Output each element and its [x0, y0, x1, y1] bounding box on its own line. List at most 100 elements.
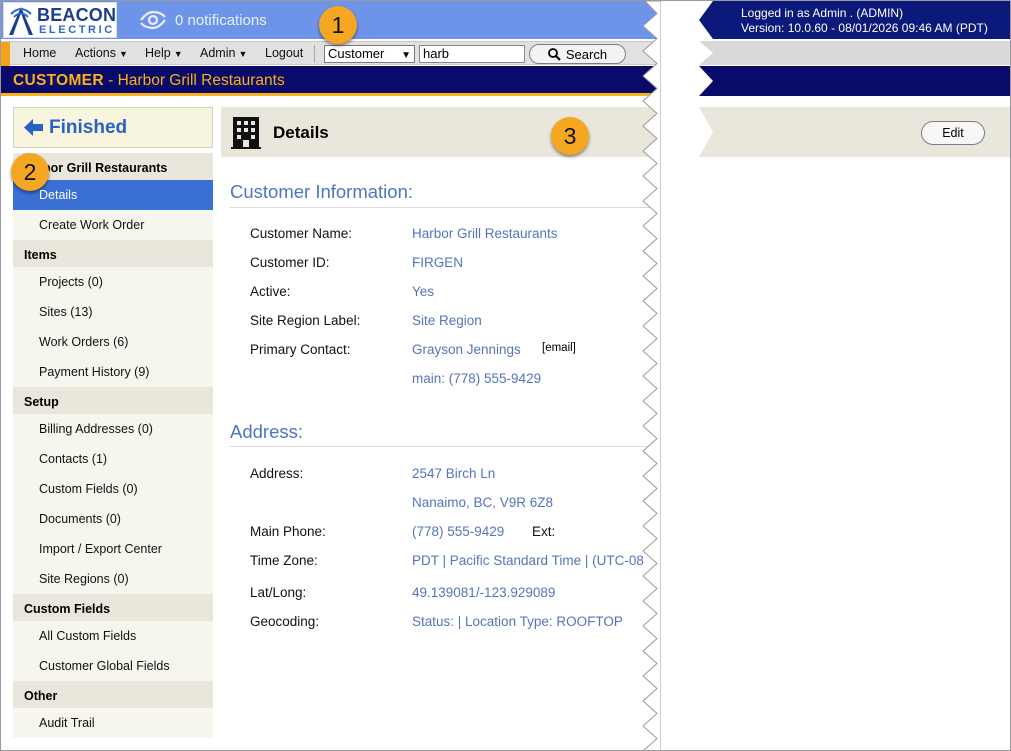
- arrow-left-icon: [24, 119, 43, 136]
- email-link[interactable]: [email]: [542, 342, 576, 354]
- field-value-geocoding: Status: | Location Type: ROOFTOP: [412, 614, 623, 629]
- menu-admin[interactable]: Admin ▼: [200, 46, 247, 60]
- menu-bar: Home Actions ▼ Help ▼ Admin ▼ Logout Custom…: [1, 41, 657, 66]
- callout-badge-1: 1: [319, 6, 357, 44]
- customer-title-prefix: CUSTOMER: [13, 72, 104, 89]
- menu-bar-continuation: [699, 41, 1010, 65]
- menu-logout[interactable]: Logout: [265, 46, 303, 60]
- heading-rule: [230, 446, 657, 447]
- contact-phone-link[interactable]: main: (778) 555-9429: [412, 371, 541, 386]
- finished-button[interactable]: Finished: [13, 107, 213, 148]
- customer-title-name: Harbor Grill Restaurants: [117, 72, 285, 89]
- field-value-site-region: Site Region: [412, 313, 482, 328]
- sidebar-item-create-work-order[interactable]: Create Work Order: [13, 210, 213, 240]
- search-button[interactable]: Search: [529, 44, 626, 64]
- field-value-active: Yes: [412, 284, 435, 299]
- sidebar-section-setup: Setup: [13, 387, 213, 414]
- notifications-link[interactable]: 0 notifications: [139, 7, 267, 33]
- chevron-down-icon: ▼: [173, 49, 183, 59]
- sidebar-section-custom-fields: Custom Fields: [13, 594, 213, 621]
- sidebar-item-custom-fields[interactable]: Custom Fields (0): [13, 474, 213, 504]
- field-label-primary-contact: Primary Contact:: [250, 342, 351, 357]
- chevron-down-icon: ▼: [119, 49, 128, 59]
- field-label-ext: Ext:: [532, 524, 556, 539]
- field-label-site-region: Site Region Label:: [250, 313, 361, 328]
- menu-admin-label: Admin: [200, 46, 236, 60]
- sidebar-item-sites[interactable]: Sites (13): [13, 297, 213, 327]
- menu-actions[interactable]: Actions ▼: [75, 46, 128, 60]
- select-chevron-icon: ▼: [401, 50, 411, 61]
- logged-in-text: Logged in as Admin . (ADMIN): [741, 6, 904, 20]
- customer-title: CUSTOMER - Harbor Grill Restaurants: [13, 72, 285, 90]
- field-value-time-zone: PDT | Pacific Standard Time | (UTC-08: [412, 553, 644, 568]
- details-title: Details: [273, 123, 329, 142]
- finished-label: Finished: [49, 116, 128, 138]
- customer-information-heading: Customer Information:: [230, 181, 414, 202]
- search-type-value: Customer: [328, 46, 385, 61]
- left-panel: BEACON ELECTRIC 0 notifications Home Act…: [1, 1, 657, 750]
- field-label-active: Active:: [250, 284, 291, 299]
- chevron-down-icon: ▼: [238, 49, 248, 59]
- sidebar-item-audit-trail[interactable]: Audit Trail: [13, 708, 213, 738]
- sidebar-item-payment-history[interactable]: Payment History (9): [13, 357, 213, 387]
- field-value-customer-id: FIRGEN: [412, 255, 464, 270]
- brand-subname: ELECTRIC: [39, 24, 115, 36]
- field-label-lat-long: Lat/Long:: [250, 585, 307, 600]
- field-label-time-zone: Time Zone:: [250, 553, 318, 568]
- building-icon: [231, 117, 261, 149]
- customer-title-bar: CUSTOMER - Harbor Grill Restaurants: [1, 66, 657, 96]
- customer-bar-continuation: [699, 66, 1010, 96]
- field-value-customer-name: Harbor Grill Restaurants: [412, 226, 558, 241]
- search-input[interactable]: harb: [419, 45, 525, 63]
- sidebar-item-contacts[interactable]: Contacts (1): [13, 444, 213, 474]
- primary-contact-link[interactable]: Grayson Jennings: [412, 342, 521, 357]
- right-notches: [699, 1, 713, 157]
- company-logo[interactable]: BEACON ELECTRIC: [3, 2, 117, 38]
- address-heading: Address:: [230, 421, 304, 442]
- menu-accent-stripe: [1, 42, 10, 66]
- sidebar-item-work-orders[interactable]: Work Orders (6): [13, 327, 213, 357]
- sidebar: Finished: [13, 107, 213, 148]
- sidebar-item-billing-addresses[interactable]: Billing Addresses (0): [13, 414, 213, 444]
- sidebar-item-documents[interactable]: Documents (0): [13, 504, 213, 534]
- screenshot-stage: BEACON ELECTRIC 0 notifications Home Act…: [0, 0, 1011, 751]
- heading-rule: [230, 207, 657, 208]
- details-header-continuation: Edit: [699, 107, 1010, 157]
- customer-title-separator: -: [103, 72, 118, 89]
- field-label-customer-id: Customer ID:: [250, 255, 330, 270]
- details-header: Details: [221, 107, 657, 157]
- sidebar-item-projects[interactable]: Projects (0): [13, 267, 213, 297]
- field-label-main-phone: Main Phone:: [250, 524, 326, 539]
- session-info: Logged in as Admin . (ADMIN) Version: 10…: [741, 6, 988, 36]
- field-value-main-phone[interactable]: (778) 555-9429: [412, 524, 504, 539]
- field-value-lat-long: 49.139081/-123.929089: [412, 585, 556, 600]
- right-panel: Logged in as Admin . (ADMIN) Version: 10…: [699, 1, 1010, 750]
- field-label-geocoding: Geocoding:: [250, 614, 320, 629]
- sidebar-item-site-regions[interactable]: Site Regions (0): [13, 564, 213, 594]
- callout-badge-3: 3: [551, 117, 589, 155]
- notification-eye-icon: [140, 10, 166, 30]
- customer-bar-underline: [1, 93, 657, 96]
- menu-help-label: Help: [145, 46, 171, 60]
- menu-home[interactable]: Home: [23, 46, 56, 60]
- sidebar-section-items: Items: [13, 240, 213, 267]
- sidebar-item-all-custom-fields[interactable]: All Custom Fields: [13, 621, 213, 651]
- field-value-address-line1[interactable]: 2547 Birch Ln: [412, 466, 495, 481]
- session-bar: Logged in as Admin . (ADMIN) Version: 10…: [699, 1, 1010, 39]
- notifications-text: 0 notifications: [175, 11, 267, 29]
- sidebar-section-other: Other: [13, 681, 213, 708]
- field-value-address-line2[interactable]: Nanaimo, BC, V9R 6Z8: [412, 495, 553, 510]
- version-text: Version: 10.0.60 - 08/01/2026 09:46 AM (…: [741, 21, 988, 35]
- sidebar-item-import-export[interactable]: Import / Export Center: [13, 534, 213, 564]
- torn-edge: [642, 1, 661, 750]
- menu-actions-label: Actions: [75, 46, 116, 60]
- page-gap: [657, 1, 699, 750]
- field-label-customer-name: Customer Name:: [250, 226, 353, 241]
- search-button-label: Search: [565, 46, 608, 62]
- search-type-select[interactable]: Customer ▼: [324, 45, 415, 63]
- menu-divider: [314, 45, 315, 63]
- sidebar-item-customer-global-fields[interactable]: Customer Global Fields: [13, 651, 213, 681]
- callout-badge-2: 2: [11, 153, 49, 191]
- menu-help[interactable]: Help ▼: [145, 46, 183, 60]
- edit-button[interactable]: Edit: [921, 121, 985, 145]
